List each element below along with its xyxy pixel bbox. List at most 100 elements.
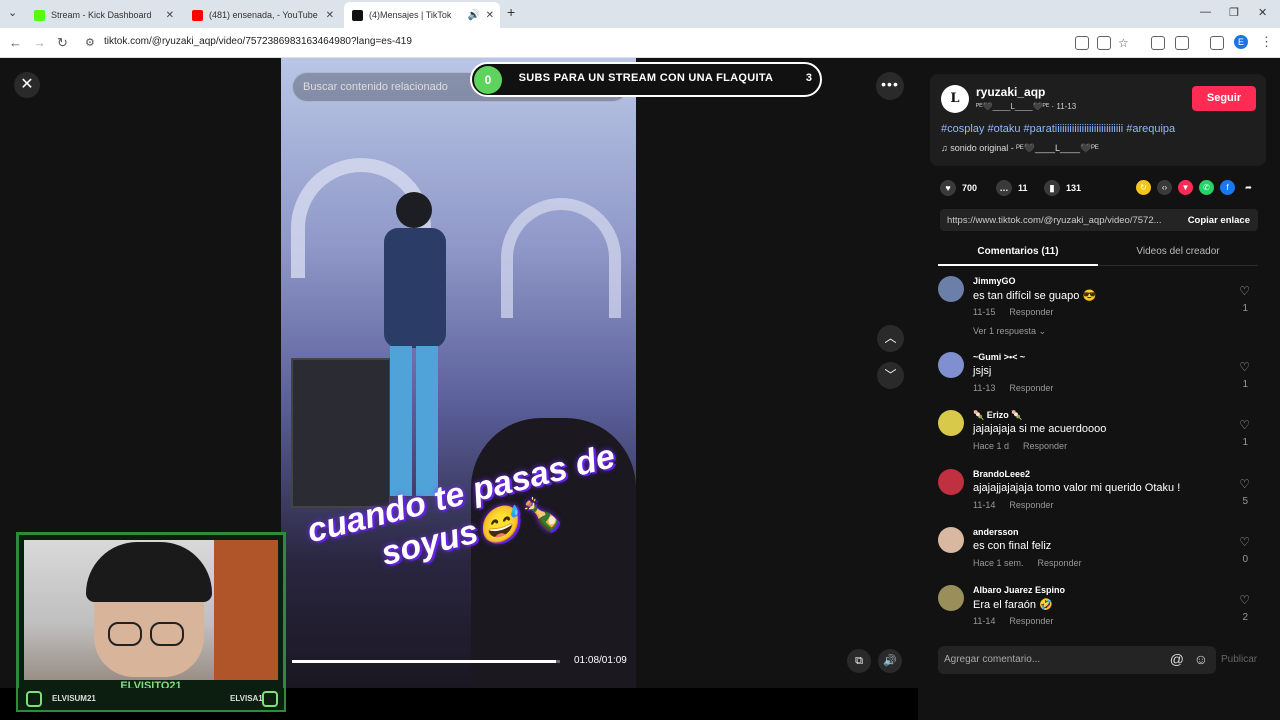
view-replies-button[interactable]: Ver 1 respuesta ⌄ <box>973 326 1046 337</box>
pip-icon[interactable]: ⧉ <box>847 649 871 673</box>
commenter-name[interactable]: andersson <box>973 527 1019 537</box>
comment-like-icon[interactable]: ♡ <box>1239 284 1250 298</box>
menu-kebab-icon[interactable]: ⋮ <box>1260 34 1273 50</box>
comment-input[interactable]: Agregar comentario... @ ☺ <box>938 646 1216 674</box>
commenter-avatar[interactable] <box>938 276 964 302</box>
commenter-avatar[interactable] <box>938 585 964 611</box>
tab-close-icon[interactable]: ✕ <box>326 10 334 21</box>
reply-button[interactable]: Responder <box>1023 441 1067 451</box>
more-options-button[interactable]: ••• <box>876 72 904 100</box>
share-arrow-icon[interactable]: ➦ <box>1241 180 1256 195</box>
previous-video-button[interactable]: ︿ <box>877 325 904 352</box>
reply-button[interactable]: Responder <box>1009 500 1053 510</box>
creator-avatar[interactable]: L <box>941 85 969 113</box>
webcam-overlay: ELVISITO21 <box>16 532 286 712</box>
sound-link[interactable]: ♫ sonido original - ᴾᴱ🖤____L____🖤ᴾᴱ <box>941 143 1099 154</box>
video-progress-bar[interactable] <box>292 660 560 663</box>
commenter-name[interactable]: ~Gumi >•< ~ <box>973 352 1025 362</box>
facebook-icon[interactable]: f <box>1220 180 1235 195</box>
like-count: 700 <box>962 183 978 193</box>
tab-kick-dashboard[interactable]: Stream - Kick Dashboard ✕ <box>26 4 180 26</box>
comment-text: es con final feliz <box>973 540 1052 552</box>
comment-item: ~Gumi >•< ~ jsjsj 11-13 Responder ♡ 1 <box>938 350 1258 408</box>
tab-creator-videos[interactable]: Videos del creador <box>1098 246 1258 257</box>
translate-icon[interactable] <box>1097 36 1111 50</box>
send-icon[interactable]: ▼ <box>1178 180 1193 195</box>
commenter-name[interactable]: 🍡 Erizo 🍡 <box>973 410 1022 421</box>
repost-icon[interactable]: ↻ <box>1136 180 1151 195</box>
comment-date: Hace 1 d <box>973 441 1010 451</box>
volume-icon[interactable]: 🔊 <box>878 649 902 673</box>
tab-youtube[interactable]: (481) ensenada, - YouTube ✕ <box>184 4 340 26</box>
copy-link-button[interactable]: Copiar enlace <box>1188 215 1250 226</box>
reply-button[interactable]: Responder <box>1009 383 1053 393</box>
tiktok-page: ✕ cuando te pasas de soyus😅🍾 Buscar cont… <box>0 58 1280 720</box>
embed-icon[interactable]: ‹› <box>1157 180 1172 195</box>
comment-text: es tan difícil se guapo 😎 <box>973 290 1097 302</box>
comment-like-icon[interactable]: ♡ <box>1239 477 1250 491</box>
commenter-name[interactable]: Albaro Juarez Espino <box>973 585 1065 595</box>
comment-button[interactable]: … 11 <box>996 180 1028 196</box>
webcam-feed <box>24 540 278 680</box>
comment-like-icon[interactable]: ♡ <box>1239 418 1250 432</box>
close-viewer-button[interactable]: ✕ <box>14 72 40 98</box>
back-icon[interactable]: ← <box>9 35 22 50</box>
comment-meta: 11-14 Responder <box>973 500 1053 510</box>
emoji-icon[interactable]: ☺ <box>1194 651 1208 667</box>
comment-like-icon[interactable]: ♡ <box>1239 360 1250 374</box>
profile-avatar[interactable]: E <box>1234 35 1248 49</box>
comment-like-count: 5 <box>1242 496 1248 507</box>
video-hashtags[interactable]: #cosplay #otaku #parati​iiiiiiiiiiiiiiii… <box>941 123 1175 135</box>
whatsapp-icon[interactable]: ✆ <box>1199 180 1214 195</box>
comment-text: jsjsj <box>973 365 992 377</box>
comment-date: 11-13 <box>973 383 996 393</box>
install-icon[interactable] <box>1075 36 1089 50</box>
commenter-name[interactable]: BrandoLeee2 <box>973 469 1030 479</box>
mention-icon[interactable]: @ <box>1170 651 1184 667</box>
comment-item: Albaro Juarez Espino Era el faraón 🤣 11-14… <box>938 583 1258 630</box>
creator-username[interactable]: ryuzaki_aqp <box>976 85 1045 99</box>
creator-card: L ryuzaki_aqp ᴾᴱ🖤____L____🖤ᴾᴱ · 11-13 Se… <box>930 74 1266 166</box>
forward-icon[interactable]: → <box>33 35 46 50</box>
follow-button[interactable]: Seguir <box>1192 86 1256 111</box>
reply-button[interactable]: Responder <box>1009 307 1053 317</box>
video-link-text[interactable]: https://www.tiktok.com/@ryuzaki_aqp/vide… <box>947 215 1173 226</box>
next-video-button[interactable]: ﹀ <box>877 362 904 389</box>
tab-tiktok[interactable]: (4)Mensajes | TikTok 🔊 ✕ <box>344 2 500 28</box>
restore-icon[interactable]: ❐ <box>1229 6 1239 19</box>
minimize-icon[interactable]: — <box>1200 6 1211 18</box>
comment-like-icon[interactable]: ♡ <box>1239 593 1250 607</box>
screenshot-icon[interactable] <box>1151 36 1165 50</box>
video-timecode: 01:08/01:09 <box>574 655 627 666</box>
comment-meta: Hace 1 sem. Responder <box>973 558 1082 568</box>
save-button[interactable]: ▮ 131 <box>1044 180 1081 196</box>
tab-audio-icon[interactable]: 🔊 <box>468 10 480 21</box>
video-player[interactable]: cuando te pasas de soyus😅🍾 <box>281 58 636 688</box>
reply-button[interactable]: Responder <box>1009 616 1053 626</box>
tab-comments[interactable]: Comentarios (11) <box>938 246 1098 257</box>
commenter-name[interactable]: JimmyGO <box>973 276 1016 286</box>
reply-button[interactable]: Responder <box>1038 558 1082 568</box>
comment-item: 🍡 Erizo 🍡 jajajajaja si me acuerdoooo Hace… <box>938 408 1258 466</box>
new-tab-button[interactable]: + <box>507 4 515 20</box>
tab-close-icon[interactable]: ✕ <box>166 10 174 21</box>
commenter-avatar[interactable] <box>938 469 964 495</box>
tab-search-icon[interactable]: ⌄ <box>8 6 17 19</box>
commenter-avatar[interactable] <box>938 410 964 436</box>
window-close-icon[interactable]: ✕ <box>1258 6 1267 19</box>
publish-button[interactable]: Publicar <box>1221 654 1257 665</box>
reload-icon[interactable]: ↻ <box>57 35 68 51</box>
tab-close-icon[interactable]: ✕ <box>486 10 494 21</box>
commenter-avatar[interactable] <box>938 527 964 553</box>
comment-like-icon[interactable]: ♡ <box>1239 535 1250 549</box>
active-tab-indicator <box>938 264 1098 266</box>
reading-list-icon[interactable] <box>1210 36 1224 50</box>
site-info-icon[interactable]: ⚙ <box>85 36 95 49</box>
address-bar[interactable]: tiktok.com/@ryuzaki_aqp/video/7572386983… <box>104 36 412 47</box>
commenter-avatar[interactable] <box>938 352 964 378</box>
kick-favicon-icon <box>34 9 45 21</box>
like-button[interactable]: ♥ 700 <box>940 180 977 196</box>
extensions-icon[interactable] <box>1175 36 1189 50</box>
bookmark-star-icon[interactable]: ☆ <box>1118 36 1129 50</box>
comment-input-placeholder: Agregar comentario... <box>944 654 1041 665</box>
